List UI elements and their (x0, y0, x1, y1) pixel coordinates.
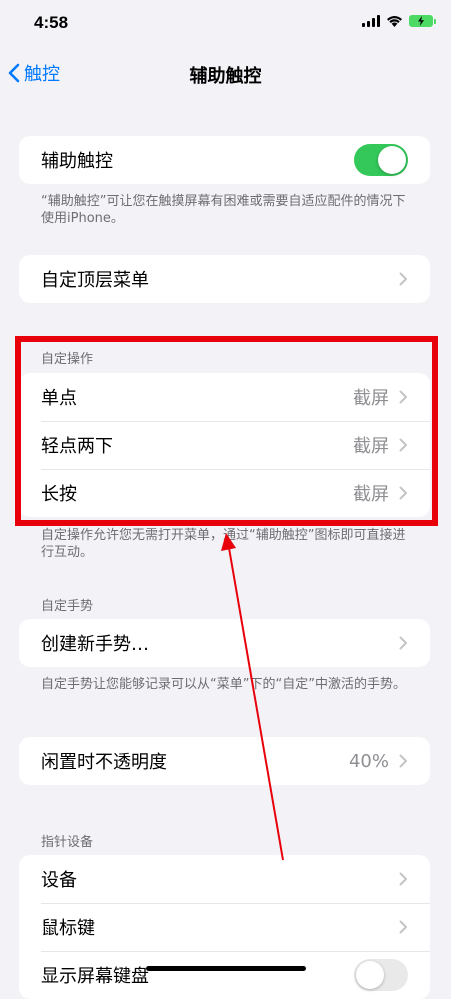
chevron-right-icon (399, 872, 407, 886)
idle-opacity-label: 闲置时不透明度 (41, 752, 167, 773)
custom-actions-header: 自定操作 (41, 352, 94, 367)
top-menu-group: 自定顶层菜单 (19, 255, 430, 303)
cellular-signal-icon (362, 15, 380, 27)
assistive-touch-toggle[interactable] (354, 144, 408, 176)
status-icons (362, 15, 436, 27)
status-bar: 4:58 (0, 0, 451, 44)
idle-opacity-value: 40% (348, 750, 389, 772)
custom-gestures-header: 自定手势 (41, 599, 94, 614)
toggle-knob (378, 146, 406, 174)
chevron-right-icon (399, 754, 407, 768)
devices-row[interactable]: 设备 (19, 855, 430, 903)
home-indicator (146, 966, 306, 971)
chevron-right-icon (399, 438, 407, 452)
double-tap-row[interactable]: 轻点两下 截屏 (19, 421, 430, 469)
battery-charging-icon (409, 15, 436, 27)
chevron-right-icon (399, 486, 407, 500)
customize-top-menu-row[interactable]: 自定顶层菜单 (19, 255, 430, 303)
pointer-devices-header: 指针设备 (41, 835, 94, 850)
navigation-bar: 触控 辅助触控 (0, 52, 451, 96)
devices-label: 设备 (41, 870, 77, 891)
assistive-touch-row: 辅助触控 (19, 136, 430, 184)
customize-top-menu-label: 自定顶层菜单 (41, 270, 149, 291)
page-title: 辅助触控 (189, 66, 262, 87)
single-tap-value: 截屏 (353, 388, 389, 409)
assistive-touch-label: 辅助触控 (41, 151, 113, 172)
long-press-value: 截屏 (353, 484, 389, 505)
long-press-label: 长按 (41, 484, 77, 505)
wifi-icon (387, 16, 402, 27)
chevron-right-icon (399, 920, 407, 934)
single-tap-row[interactable]: 单点 截屏 (19, 373, 430, 421)
idle-opacity-row[interactable]: 闲置时不透明度 40% (19, 737, 430, 785)
mouse-keys-label: 鼠标键 (41, 918, 95, 939)
idle-opacity-group: 闲置时不透明度 40% (19, 737, 430, 785)
create-gesture-label: 创建新手势… (41, 634, 149, 655)
long-press-row[interactable]: 长按 截屏 (19, 469, 430, 517)
assistive-touch-note: “辅助触控”可让您在触摸屏幕有困难或需要自适应配件的情况下使用iPhone。 (41, 194, 406, 226)
chevron-right-icon (399, 390, 407, 404)
custom-gestures-group: 创建新手势… (19, 619, 430, 667)
chevron-right-icon (399, 272, 407, 286)
single-tap-label: 单点 (41, 388, 77, 409)
create-gesture-row[interactable]: 创建新手势… (19, 619, 430, 667)
double-tap-label: 轻点两下 (41, 436, 113, 457)
mouse-keys-row[interactable]: 鼠标键 (19, 903, 430, 951)
assistive-touch-group: 辅助触控 (19, 136, 430, 184)
toggle-knob (356, 961, 384, 989)
pointer-devices-group: 设备 鼠标键 显示屏幕键盘 (19, 855, 430, 999)
onscreen-keyboard-toggle[interactable] (354, 959, 408, 991)
status-time: 4:58 (34, 13, 69, 32)
double-tap-value: 截屏 (353, 436, 389, 457)
custom-actions-group: 单点 截屏 轻点两下 截屏 长按 截屏 (19, 373, 430, 517)
custom-actions-note: 自定操作允许您无需打开菜单，通过“辅助触控”图标即可直接进行互动。 (41, 528, 406, 560)
custom-gestures-note: 自定手势让您能够记录可以从“菜单”下的“自定”中激活的手势。 (41, 677, 406, 692)
chevron-right-icon (399, 636, 407, 650)
onscreen-keyboard-row: 显示屏幕键盘 (19, 951, 430, 999)
